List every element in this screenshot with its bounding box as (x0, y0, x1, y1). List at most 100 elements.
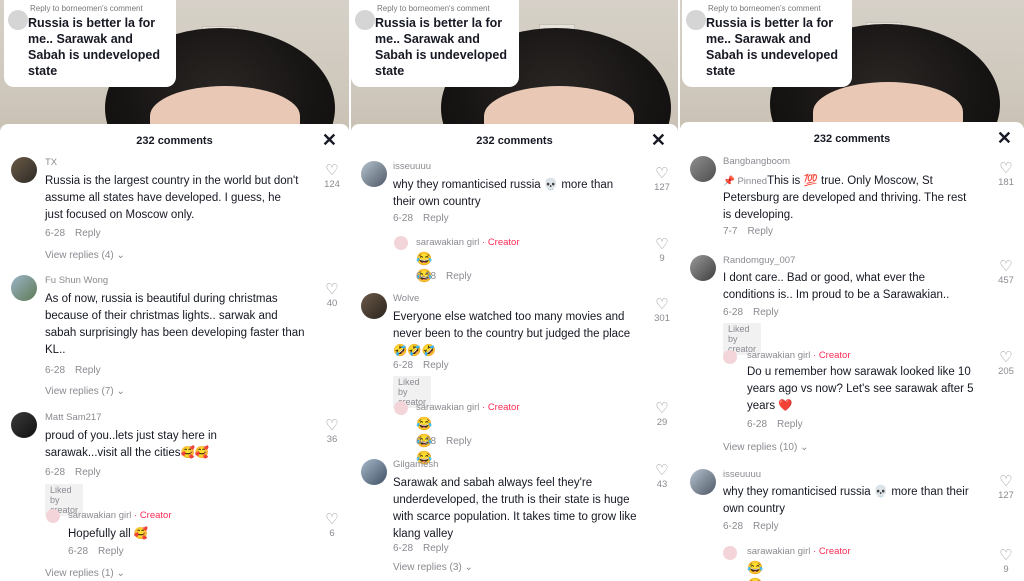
view-replies-button[interactable]: View replies (7) ⌄ (45, 386, 125, 397)
pinned-badge: 📌 Pinned (723, 176, 768, 187)
like-button[interactable]: ♡ 29 (647, 401, 677, 429)
avatar[interactable] (690, 255, 716, 281)
view-replies-button[interactable]: View replies (4) ⌄ (45, 250, 125, 261)
reply-button[interactable]: Reply (423, 360, 449, 371)
reply-button[interactable]: Reply (75, 365, 101, 376)
like-button[interactable]: ♡ 43 (647, 463, 677, 491)
view-replies-button[interactable]: View replies (3) ⌄ (393, 562, 473, 573)
comments-sheet: 232 comments ✕ TX Russia is the largest … (0, 124, 349, 581)
like-button[interactable]: ♡ 124 (317, 163, 347, 191)
reply-sticker: Reply to borneomen's comment Russia is b… (4, 0, 176, 87)
comment-username[interactable]: Gilgamesh (393, 459, 438, 470)
chevron-down-icon: ⌄ (800, 442, 809, 453)
comment-text: Everyone else watched too many movies an… (393, 311, 631, 357)
avatar[interactable] (394, 401, 408, 415)
avatar[interactable] (11, 157, 37, 183)
avatar[interactable] (723, 546, 737, 560)
like-button[interactable]: ♡ 181 (991, 160, 1021, 189)
like-button[interactable]: ♡ 457 (991, 259, 1021, 287)
creator-label: · Creator (813, 350, 851, 361)
view-replies-button[interactable]: View replies (1) ⌄ (45, 568, 125, 579)
heart-outline-icon: ♡ (999, 160, 1013, 177)
comment-username[interactable]: isseuuuu (393, 161, 431, 172)
close-icon[interactable]: ✕ (322, 130, 337, 151)
reply-avatar (355, 10, 375, 30)
like-count: 40 (326, 298, 338, 309)
comment-meta: 6-28 Reply (416, 271, 472, 282)
avatar[interactable] (690, 469, 716, 495)
comment-text: why they romanticised russia 💀 more than… (393, 179, 614, 208)
like-count: 43 (656, 479, 668, 490)
creator-label: · Creator (482, 237, 520, 248)
comment-username[interactable]: sarawakian girl · Creator (416, 237, 520, 248)
like-count: 6 (329, 528, 335, 539)
reply-button[interactable]: Reply (423, 213, 449, 224)
view-replies-button[interactable]: View replies (10) ⌄ (723, 442, 808, 453)
reply-button[interactable]: Reply (446, 436, 472, 447)
like-count: 127 (998, 490, 1014, 501)
reply-button[interactable]: Reply (446, 271, 472, 282)
reply-button[interactable]: Reply (747, 226, 773, 237)
like-count: 205 (998, 366, 1014, 377)
comment-username[interactable]: Bangbangboom (723, 156, 790, 167)
like-button[interactable]: ♡ 127 (991, 473, 1021, 502)
reply-button[interactable]: Reply (753, 521, 779, 532)
reply-button[interactable]: Reply (423, 543, 449, 554)
close-icon[interactable]: ✕ (651, 130, 666, 151)
comment-username[interactable]: sarawakian girl · Creator (747, 350, 851, 361)
avatar[interactable] (690, 156, 716, 182)
comment-username[interactable]: sarawakian girl · Creator (68, 510, 172, 521)
like-button[interactable]: ♡ 127 (647, 166, 677, 194)
like-count: 127 (654, 182, 670, 193)
comment-username[interactable]: sarawakian girl · Creator (416, 402, 520, 413)
like-button[interactable]: ♡ 40 (317, 281, 347, 310)
reply-button[interactable]: Reply (75, 228, 101, 239)
heart-outline-icon: ♡ (999, 473, 1013, 490)
like-button[interactable]: ♡ 9 (991, 547, 1021, 576)
comments-sheet: 232 comments ✕ isseuuuu why they romanti… (351, 124, 678, 581)
like-button[interactable]: ♡ 6 (317, 512, 347, 540)
avatar[interactable] (11, 412, 37, 438)
close-icon[interactable]: ✕ (997, 128, 1012, 149)
comment-text: 📌 PinnedThis is 💯 true. Only Moscow, St … (723, 173, 975, 224)
comments-sheet: 232 comments ✕ Bangbangboom 📌 PinnedThis… (680, 122, 1024, 581)
like-button[interactable]: ♡ 9 (647, 237, 677, 265)
avatar[interactable] (46, 509, 60, 523)
reply-to-label: Reply to borneomen's comment (708, 4, 821, 13)
comment-text: Sarawak and sabah always feel they're un… (393, 477, 637, 540)
comment-username[interactable]: Randomguy_007 (723, 255, 795, 266)
reply-button[interactable]: Reply (753, 307, 779, 318)
like-button[interactable]: ♡ 301 (647, 297, 677, 325)
reply-button[interactable]: Reply (98, 546, 124, 557)
avatar[interactable] (361, 459, 387, 485)
username-label: sarawakian girl (416, 402, 480, 413)
comment-date: 6-28 (45, 467, 66, 478)
comment-username[interactable]: sarawakian girl · Creator (747, 546, 851, 557)
comments-count: 232 comments (813, 133, 891, 145)
comment-text: Russia is the largest country in the wor… (45, 175, 299, 221)
heart-outline-icon: ♡ (999, 547, 1013, 564)
heart-outline-icon: ♡ (325, 281, 339, 298)
pinned-label: Pinned (737, 176, 768, 187)
comment-username[interactable]: TX (45, 157, 57, 168)
comment-text: I dont care.. Bad or good, what ever the… (723, 272, 950, 301)
like-button[interactable]: ♡ 205 (991, 350, 1021, 378)
comment-username[interactable]: Fu Shun Wong (45, 275, 108, 286)
reply-button[interactable]: Reply (75, 467, 101, 478)
comment-meta: 6-28 Reply (747, 419, 803, 430)
comment-username[interactable]: isseuuuu (723, 469, 761, 480)
avatar[interactable] (361, 293, 387, 319)
like-button[interactable]: ♡ 36 (317, 418, 347, 446)
comment-meta: 6-28 Reply (393, 360, 449, 371)
avatar[interactable] (11, 275, 37, 301)
creator-label: · Creator (482, 402, 520, 413)
reply-to-label: Reply to borneomen's comment (30, 4, 143, 13)
comment-username[interactable]: Matt Sam217 (45, 412, 102, 423)
reply-button[interactable]: Reply (777, 419, 803, 430)
avatar[interactable] (394, 236, 408, 250)
comment-date: 6-28 (68, 546, 89, 557)
reply-avatar (8, 10, 28, 30)
avatar[interactable] (361, 161, 387, 187)
comment-username[interactable]: Wolve (393, 293, 419, 304)
avatar[interactable] (723, 350, 737, 364)
